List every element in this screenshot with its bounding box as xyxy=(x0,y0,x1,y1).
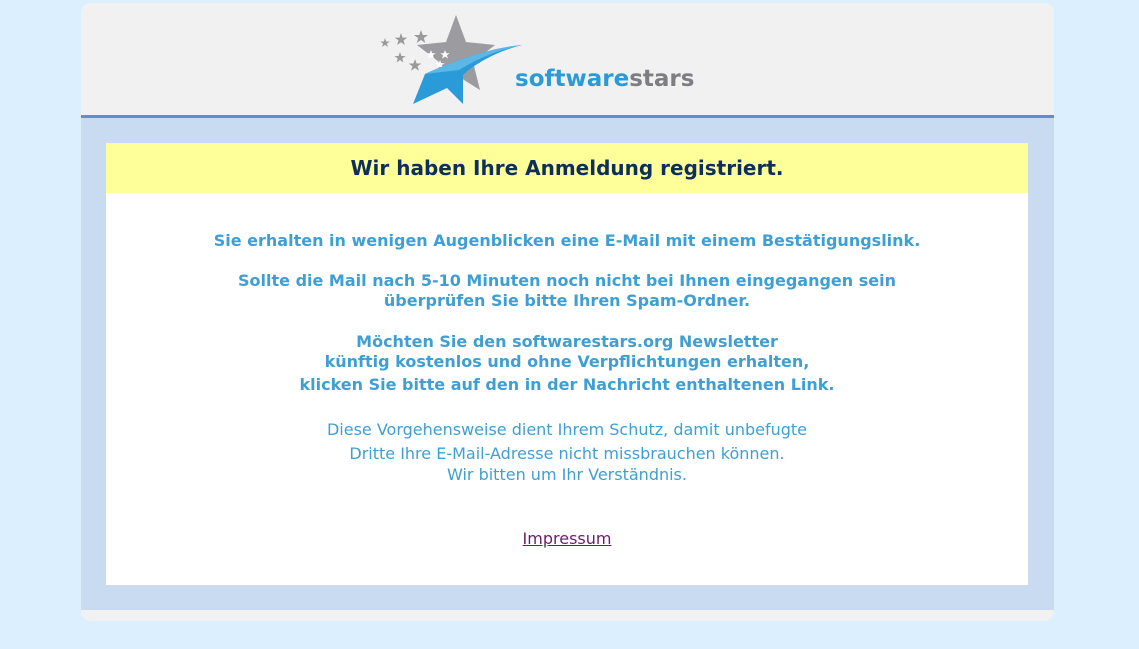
message-security-line-3: Wir bitten um Ihr Verständnis. xyxy=(447,465,687,484)
message-spam-line-1: Sollte die Mail nach 5-10 Minuten noch n… xyxy=(238,271,896,290)
message-card: Wir haben Ihre Anmeldung registriert. Si… xyxy=(106,143,1028,585)
message-spam-line-2: überprüfen Sie bitte Ihren Spam-Ordner. xyxy=(383,291,751,310)
content-layer: Wir haben Ihre Anmeldung registriert. Si… xyxy=(81,3,1054,621)
message-newsletter-line-3: klicken Sie bitte auf den in der Nachric… xyxy=(299,375,835,394)
confirmation-banner: Wir haben Ihre Anmeldung registriert. xyxy=(106,143,1028,193)
banner-title: Wir haben Ihre Anmeldung registriert. xyxy=(350,156,784,180)
footer: Impressum xyxy=(106,529,1028,548)
impressum-link[interactable]: Impressum xyxy=(523,529,612,548)
message-email-sent: Sie erhalten in wenigen Augenblicken ein… xyxy=(213,231,921,250)
message-security-line-2: Dritte Ihre E-Mail-Adresse nicht missbra… xyxy=(349,444,785,463)
message-newsletter-line-2: künftig kostenlos und ohne Verpflichtung… xyxy=(324,352,810,371)
message-newsletter-line-1: Möchten Sie den softwarestars.org Newsle… xyxy=(356,332,778,351)
message-security-line-1: Diese Vorgehensweise dient Ihrem Schutz,… xyxy=(326,420,808,439)
